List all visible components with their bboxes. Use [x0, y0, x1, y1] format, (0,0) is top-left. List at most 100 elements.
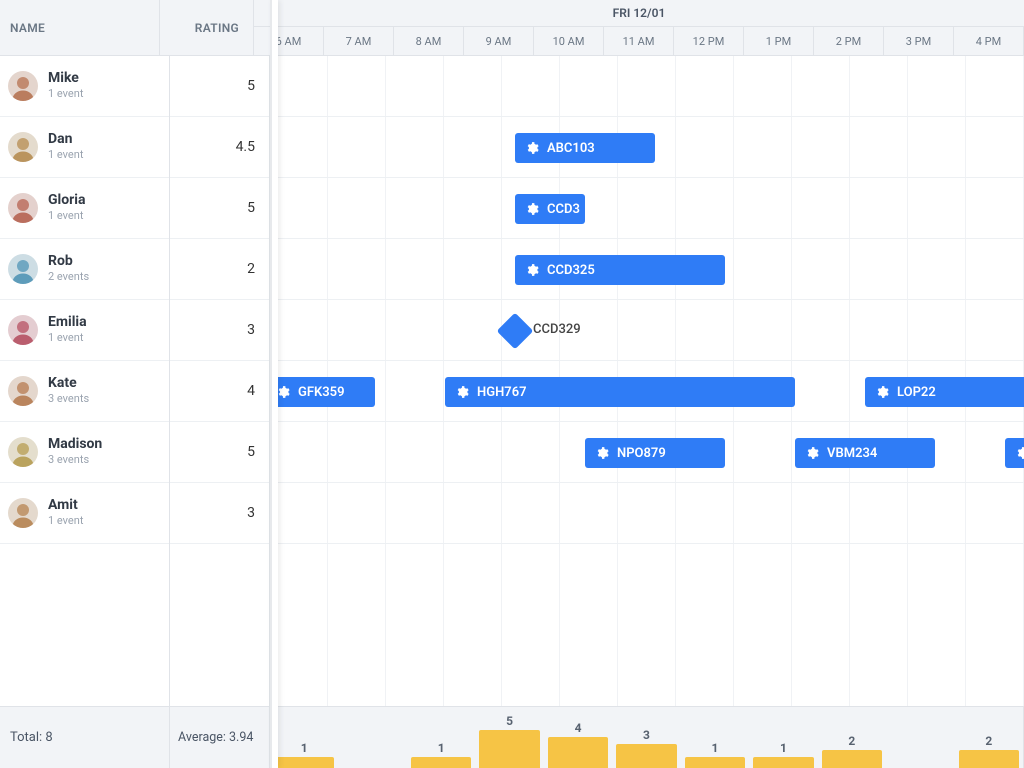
event-label: NPO879: [617, 446, 666, 461]
rating-cell: 2: [170, 239, 269, 300]
timeline-row[interactable]: CCD329: [270, 300, 1024, 361]
histogram-value: 3: [612, 728, 680, 742]
people-column: Mike 1 event Dan 1 event Gloria 1 event …: [0, 56, 170, 706]
footer-total-label: Total:: [10, 730, 42, 745]
rating-cell: 4: [170, 361, 269, 422]
avatar: [8, 437, 38, 467]
person-name: Emilia: [48, 314, 87, 331]
rating-cell: 3: [170, 483, 269, 544]
event-bar[interactable]: VBM234: [795, 438, 935, 468]
avatar: [8, 315, 38, 345]
gear-icon: [525, 263, 539, 277]
event-label: LOP22: [897, 385, 936, 400]
person-subtitle: 2 events: [48, 270, 89, 284]
avatar: [8, 71, 38, 101]
timeline-row[interactable]: GFK359 HGH767 LOP22: [270, 361, 1024, 422]
hour-label: 9 AM: [464, 27, 534, 55]
footer-histogram: 115431122: [270, 707, 1024, 768]
person-row[interactable]: Kate 3 events: [0, 361, 169, 422]
footer-total: Total: 8: [0, 707, 170, 768]
person-subtitle: 3 events: [48, 392, 89, 406]
event-label: CCD3: [547, 202, 580, 217]
timeline-row[interactable]: ABC103: [270, 117, 1024, 178]
event-label: GFK359: [298, 385, 345, 400]
event-label: CCD325: [547, 263, 595, 278]
timeline-row[interactable]: CCD3: [270, 178, 1024, 239]
gear-icon: [595, 446, 609, 460]
event-bar[interactable]: LOP22: [865, 377, 1024, 407]
histogram-value: 5: [475, 714, 543, 728]
histogram-value: 1: [407, 741, 475, 755]
timeline-row[interactable]: NPO879 VBM234 AS: [270, 422, 1024, 483]
event-label: ABC103: [547, 141, 595, 156]
footer: Total: 8 Average: 3.94 115431122: [0, 706, 1024, 768]
hour-scale: 6 AM7 AM8 AM9 AM10 AM11 AM12 PM1 PM2 PM3…: [254, 27, 1024, 55]
event-bar[interactable]: NPO879: [585, 438, 725, 468]
person-name: Madison: [48, 436, 102, 453]
timeline[interactable]: ABC103 CCD3 CCD325 CCD329 GFK359 HGH767 LOP22 N…: [270, 56, 1024, 706]
person-row[interactable]: Emilia 1 event: [0, 300, 169, 361]
hour-label: 10 AM: [534, 27, 604, 55]
hour-label: 11 AM: [604, 27, 674, 55]
rating-cell: 4.5: [170, 117, 269, 178]
gear-icon: [455, 385, 469, 399]
person-subtitle: 1 event: [48, 87, 83, 101]
event-bar[interactable]: ABC103: [515, 133, 655, 163]
event-bar[interactable]: AS: [1005, 438, 1024, 468]
milestone-diamond[interactable]: [497, 313, 534, 350]
person-subtitle: 1 event: [48, 209, 85, 223]
event-label: HGH767: [477, 385, 527, 400]
timeline-row[interactable]: [270, 483, 1024, 544]
avatar: [8, 132, 38, 162]
hour-label: 3 PM: [884, 27, 954, 55]
histogram-value: 1: [270, 741, 338, 755]
hour-label: 6 AM: [254, 27, 324, 55]
person-name: Kate: [48, 375, 89, 392]
person-row[interactable]: Gloria 1 event: [0, 178, 169, 239]
event-bar[interactable]: GFK359: [270, 377, 375, 407]
rating-column: 54.5523453: [170, 56, 270, 706]
gear-icon: [276, 385, 290, 399]
event-bar[interactable]: HGH767: [445, 377, 795, 407]
person-row[interactable]: Dan 1 event: [0, 117, 169, 178]
rating-cell: 5: [170, 56, 269, 117]
hour-label: 1 PM: [744, 27, 814, 55]
date-label: FRI 12/01: [254, 0, 1024, 27]
person-name: Amit: [48, 497, 83, 514]
person-name: Gloria: [48, 192, 85, 209]
avatar: [8, 376, 38, 406]
hour-label: 2 PM: [814, 27, 884, 55]
histogram-value: 2: [955, 734, 1023, 748]
person-row[interactable]: Madison 3 events: [0, 422, 169, 483]
rating-cell: 3: [170, 300, 269, 361]
timeline-header: FRI 12/01 6 AM7 AM8 AM9 AM10 AM11 AM12 P…: [254, 0, 1024, 55]
hour-label: 12 PM: [674, 27, 744, 55]
event-bar[interactable]: CCD325: [515, 255, 725, 285]
milestone-label: CCD329: [533, 322, 581, 337]
person-row[interactable]: Amit 1 event: [0, 483, 169, 544]
histogram-value: 1: [749, 741, 817, 755]
avatar: [8, 254, 38, 284]
event-label: VBM234: [827, 446, 877, 461]
hour-label: 4 PM: [954, 27, 1024, 55]
event-bar[interactable]: CCD3: [515, 194, 585, 224]
person-name: Dan: [48, 131, 83, 148]
histogram-value: 2: [818, 734, 886, 748]
gear-icon: [1015, 446, 1024, 460]
person-name: Mike: [48, 70, 83, 87]
person-subtitle: 3 events: [48, 453, 102, 467]
timeline-row[interactable]: [270, 56, 1024, 117]
histogram-value: 1: [681, 741, 749, 755]
rating-cell: 5: [170, 422, 269, 483]
column-header-rating[interactable]: RATING: [160, 0, 254, 55]
column-header-name[interactable]: NAME: [0, 0, 160, 55]
gear-icon: [525, 141, 539, 155]
person-name: Rob: [48, 253, 89, 270]
person-row[interactable]: Mike 1 event: [0, 56, 169, 117]
footer-avg-label: Average:: [178, 730, 226, 745]
person-subtitle: 1 event: [48, 331, 87, 345]
person-row[interactable]: Rob 2 events: [0, 239, 169, 300]
header-row: NAME RATING FRI 12/01 6 AM7 AM8 AM9 AM10…: [0, 0, 1024, 56]
person-subtitle: 1 event: [48, 514, 83, 528]
timeline-row[interactable]: CCD325: [270, 239, 1024, 300]
